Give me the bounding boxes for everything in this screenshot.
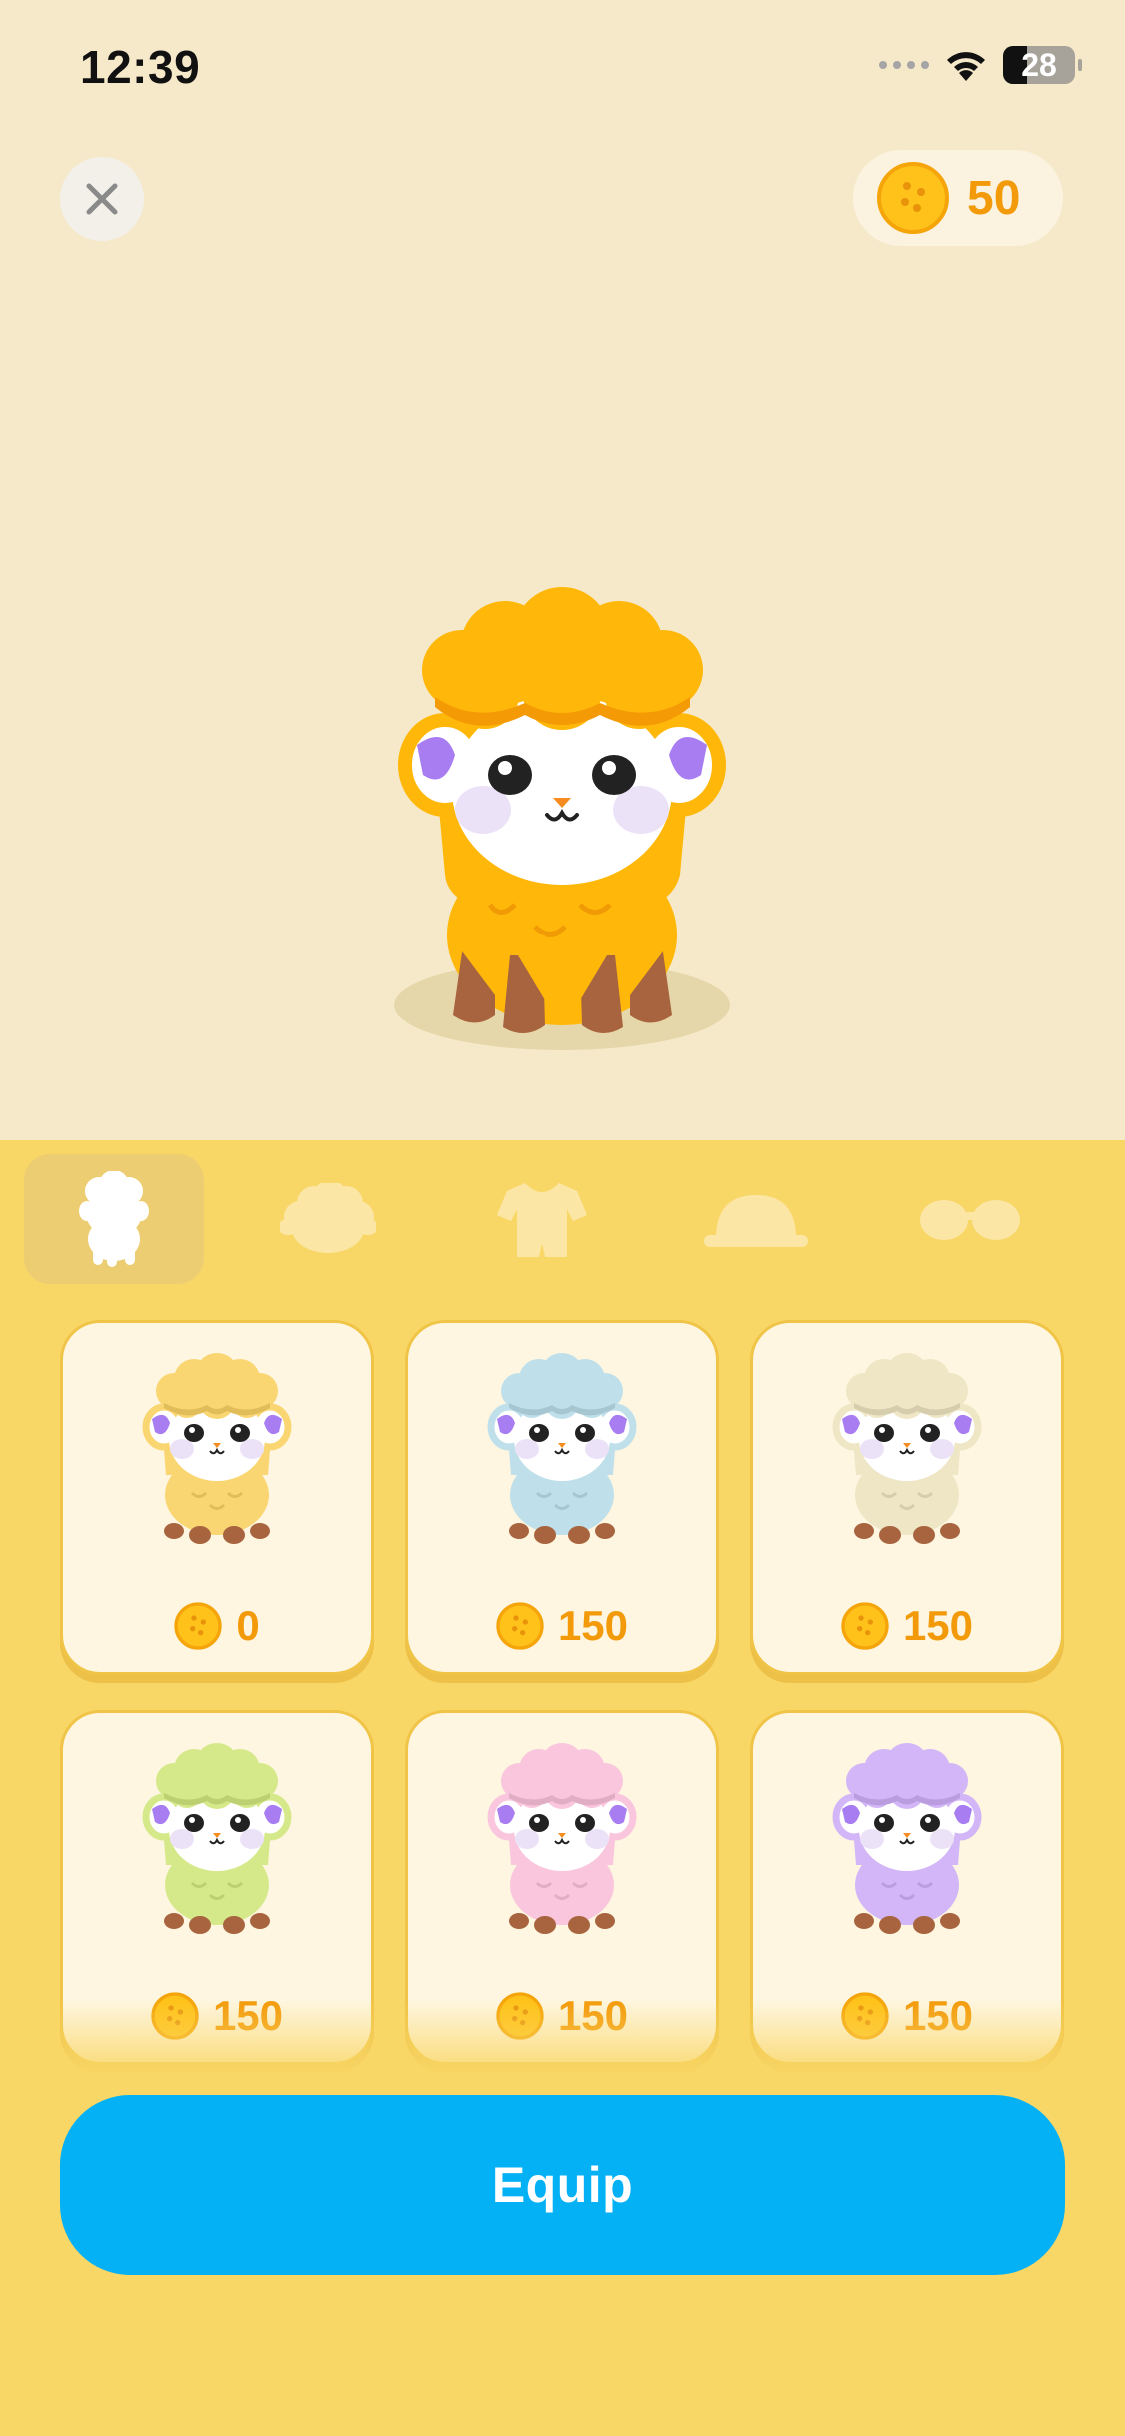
sheep-thumbnail [487,1743,637,1934]
coin-icon [841,1602,889,1650]
sheep-body-icon [79,1171,149,1267]
glasses-icon [920,1200,1020,1240]
battery-percent: 28 [1021,46,1057,83]
item-card[interactable]: 150 [405,1320,719,1675]
sheep-thumbnail [142,1353,292,1544]
item-card[interactable]: 0 [60,1320,374,1675]
signal-icon [879,61,929,69]
wifi-icon [947,52,985,81]
sheep-thumbnail [832,1353,982,1544]
shop-panel: 0 150 150 Equip [0,1140,1125,2436]
status-time: 12:39 [80,41,201,93]
item-price: 150 [408,1602,716,1650]
sheep-preview [394,587,730,1050]
tab-body[interactable] [24,1154,204,1284]
coin-amount: 50 [967,171,1021,225]
hat-icon [704,1195,808,1247]
onesie-icon [497,1183,587,1257]
close-icon [86,183,118,215]
scroll-fade [0,2000,1125,2080]
coin-icon [174,1602,222,1650]
sheep-thumbnail [832,1743,982,1934]
preview-area: 12:39 28 50 [0,0,1125,1140]
tab-glasses[interactable] [880,1154,1060,1284]
coin-balance: 50 [853,150,1063,246]
category-tabs [24,1154,1104,1284]
battery-icon: 28 [1003,46,1082,84]
coin-icon [496,1602,544,1650]
tab-wool[interactable] [238,1154,418,1284]
status-icons: 28 [879,46,1082,84]
tab-outfit[interactable] [452,1154,632,1284]
item-card[interactable]: 150 [750,1320,1064,1675]
item-price: 0 [63,1602,371,1650]
close-button[interactable] [60,157,144,241]
item-price-text: 0 [236,1602,260,1649]
coin-icon [877,162,949,234]
sheep-thumbnail [487,1353,637,1544]
tab-hat[interactable] [666,1154,846,1284]
wool-icon [280,1183,376,1253]
equip-button-label: Equip [491,2157,634,2213]
item-price-text: 150 [902,1602,974,1649]
item-price: 150 [753,1602,1061,1650]
item-price-text: 150 [557,1602,629,1649]
equip-button[interactable]: Equip [60,2095,1065,2275]
sheep-thumbnail [142,1743,292,1934]
